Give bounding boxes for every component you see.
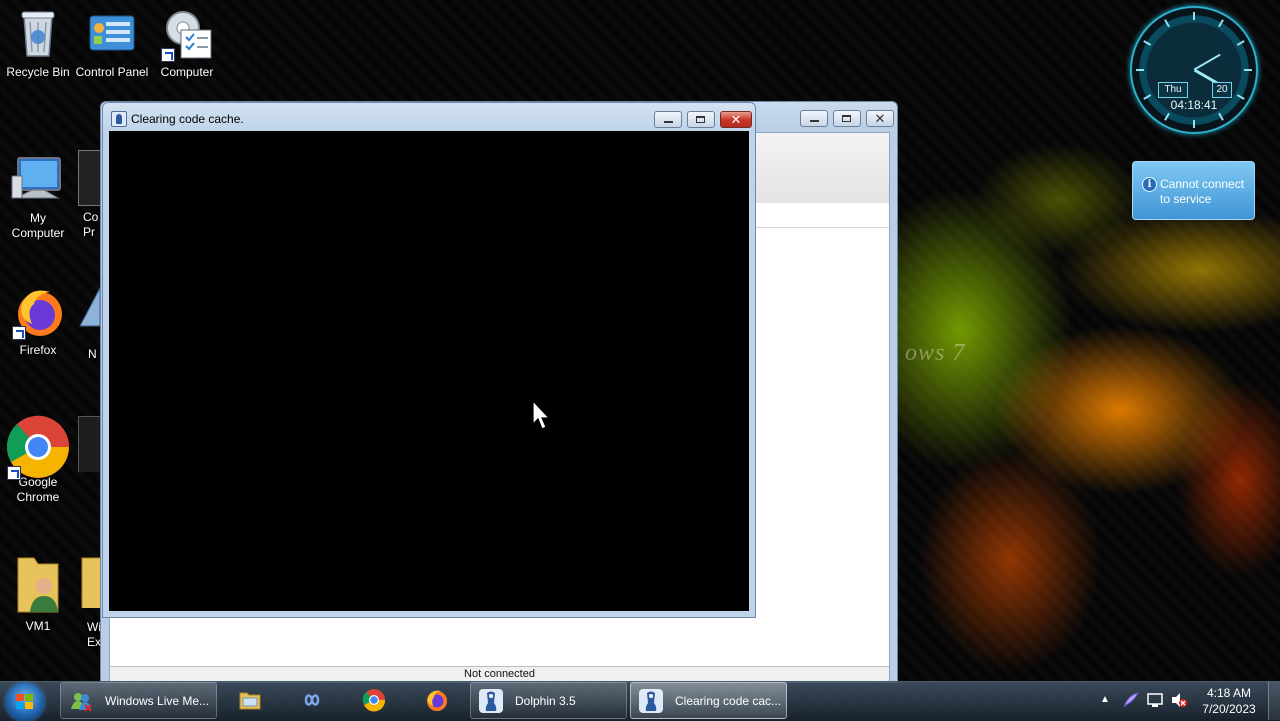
- clock-tick: [1136, 69, 1144, 71]
- desktop-icon-control-panel[interactable]: Control Panel: [74, 6, 150, 81]
- window-title: Clearing code cache.: [131, 112, 244, 126]
- desktop-icon-label: My Computer: [11, 211, 65, 240]
- show-desktop-button[interactable]: [1268, 682, 1280, 720]
- shortcut-arrow-icon: [7, 466, 21, 480]
- recycle-bin-icon: [10, 6, 66, 62]
- clock-minute-hand: [1193, 53, 1221, 71]
- clock-tick: [1244, 69, 1252, 71]
- chrome-icon: [362, 689, 386, 712]
- firefox-icon: [427, 690, 447, 711]
- clock-date: 20: [1212, 82, 1232, 98]
- minimize-icon: [664, 121, 673, 123]
- dolphin-icon: [639, 689, 663, 713]
- notification-text: Cannot connect to service: [1160, 177, 1245, 206]
- mouse-cursor-icon: [532, 400, 551, 430]
- maximize-icon: [696, 116, 705, 123]
- taskbar-item-label: Clearing code cac...: [675, 694, 782, 708]
- close-icon: ✕: [730, 112, 742, 127]
- caption-buttons: ✕: [649, 111, 752, 129]
- console-shortcut-icon: [78, 150, 102, 206]
- minimize-button[interactable]: [654, 111, 682, 128]
- feather-tray-icon[interactable]: [1122, 691, 1140, 709]
- explorer-icon: [239, 692, 261, 710]
- chrome-icon: [5, 414, 71, 480]
- clock-day: Thu: [1158, 82, 1188, 98]
- close-button[interactable]: ✕: [720, 111, 752, 128]
- taskbar-item-label: Dolphin 3.5: [515, 694, 576, 708]
- desktop-icon-computer[interactable]: Computer: [149, 6, 225, 80]
- taskbar-item-explorer[interactable]: [228, 682, 274, 719]
- taskbar-item-dolphin[interactable]: Dolphin 3.5: [470, 682, 627, 719]
- desktop-icon-recycle-bin[interactable]: Recycle Bin: [0, 6, 76, 80]
- taskbar-item-firefox[interactable]: [414, 682, 460, 719]
- maximize-icon: [842, 115, 851, 122]
- desktop-icon-partial-console[interactable]: [78, 150, 102, 206]
- messenger-icon: [71, 693, 92, 712]
- app-shortcut-icon: [79, 287, 101, 327]
- desktop-icon-google-chrome[interactable]: Google Chrome: [0, 414, 76, 505]
- maximize-button[interactable]: [687, 111, 715, 128]
- clock-tick: [1218, 112, 1224, 121]
- taskbar-item-windows-live-messenger[interactable]: Windows Live Me...: [60, 682, 217, 719]
- close-button[interactable]: ✕: [866, 110, 894, 127]
- clearing-cache-window[interactable]: Clearing code cache. ✕: [102, 102, 756, 618]
- taskbar-clock[interactable]: 4:18 AM 7/20/2023: [1196, 685, 1262, 717]
- firefox-icon: [10, 284, 66, 340]
- clock-tick: [1164, 112, 1170, 121]
- desktop-icon-firefox[interactable]: Firefox: [0, 284, 76, 358]
- taskbar-time: 4:18 AM: [1206, 686, 1252, 700]
- taskbar-item-clearing-code-cache[interactable]: Clearing code cac...: [630, 682, 787, 719]
- dolphin-icon: [479, 689, 503, 713]
- dolphin-caption-buttons: ✕: [795, 110, 894, 128]
- clock-tick: [1164, 19, 1170, 28]
- monitor-icon: [10, 152, 66, 208]
- desktop-icon-partial-media[interactable]: [78, 416, 102, 472]
- desktop-icon-partial-app[interactable]: [78, 286, 102, 342]
- wallpaper-watermark: ows 7: [905, 340, 966, 366]
- network-tray-icon[interactable]: [1146, 692, 1164, 708]
- windows-flag-icon: [16, 694, 34, 710]
- taskbar-date: 7/20/2023: [1202, 702, 1256, 716]
- desktop-icon-vm1[interactable]: VM1: [0, 552, 76, 634]
- clock-tick: [1236, 40, 1245, 46]
- taskbar-item-chrome[interactable]: [352, 682, 398, 719]
- desktop-icon-label: VM1: [25, 619, 51, 633]
- taskbar-item-infinity[interactable]: [290, 682, 336, 719]
- taskbar-item-label: Windows Live Me...: [105, 694, 210, 708]
- desktop-icon-label: Computer: [160, 65, 214, 79]
- desktop-icon-label: Firefox: [19, 343, 57, 357]
- info-icon: i: [1142, 177, 1157, 192]
- clock-tick: [1218, 19, 1224, 28]
- shortcut-arrow-icon: [161, 48, 175, 62]
- start-button[interactable]: [6, 683, 44, 721]
- service-notification-gadget[interactable]: i Cannot connect to service: [1132, 161, 1255, 220]
- clock-time: 04:18:41: [1170, 98, 1218, 112]
- show-hidden-icons-button[interactable]: ▲: [1100, 694, 1110, 705]
- clock-tick: [1193, 12, 1195, 20]
- desktop-icon-partial-explorer[interactable]: [78, 552, 102, 608]
- minimize-button[interactable]: [800, 110, 828, 127]
- status-text: Not connected: [464, 668, 535, 680]
- clock-tick: [1193, 120, 1195, 128]
- computer-gear-icon: [159, 6, 215, 62]
- infinity-icon: [304, 694, 320, 706]
- user-folder-icon: [10, 552, 66, 616]
- maximize-button[interactable]: [833, 110, 861, 127]
- shortcut-arrow-icon: [12, 326, 26, 340]
- minimize-icon: [810, 120, 819, 122]
- close-icon: ✕: [874, 111, 886, 126]
- folder-shortcut-icon: [81, 557, 102, 608]
- clock-gadget[interactable]: Thu 20 04:18:41: [1130, 6, 1258, 134]
- control-panel-icon: [84, 6, 140, 62]
- clock-tick: [1143, 40, 1152, 46]
- dolphin-icon: [111, 111, 127, 127]
- volume-muted-icon[interactable]: [1170, 692, 1188, 708]
- desktop-icon-label: Control Panel: [75, 65, 149, 79]
- status-bar: Not connected: [110, 666, 889, 681]
- console-client-area: [109, 131, 749, 611]
- desktop-icon-label: Recycle Bin: [6, 65, 70, 79]
- media-shortcut-icon: [78, 416, 102, 472]
